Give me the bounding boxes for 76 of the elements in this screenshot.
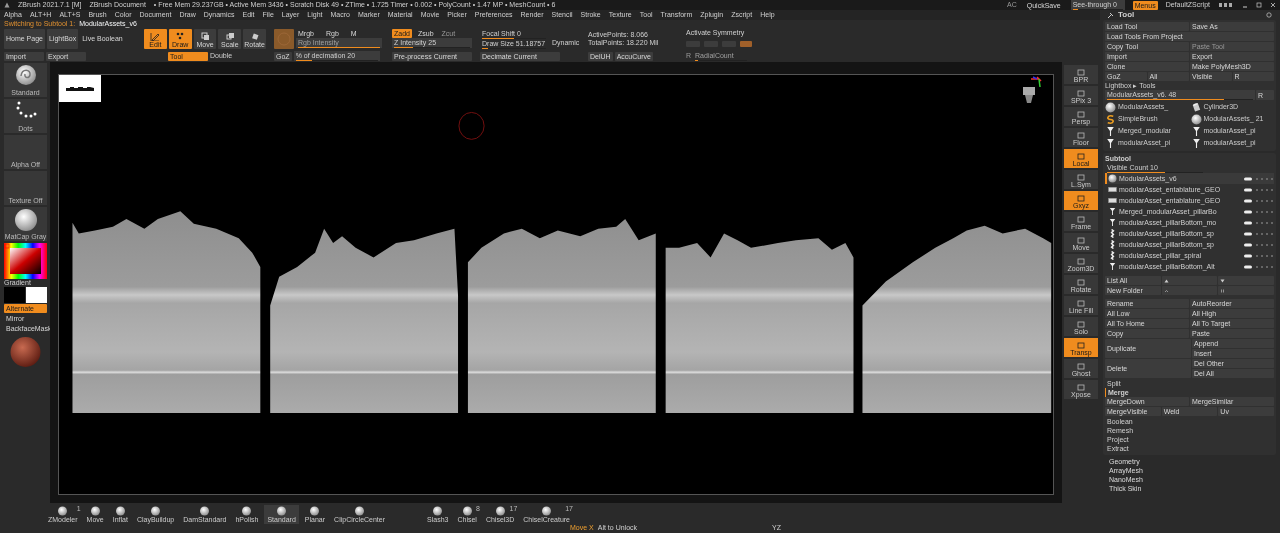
- arrow-down-icon: [1220, 278, 1226, 283]
- secondary-color-swatch[interactable]: [26, 287, 47, 303]
- brush-icon: [14, 64, 37, 86]
- arrow-down-button[interactable]: [1218, 276, 1274, 285]
- subtool-toggles: [1243, 176, 1273, 181]
- frame-icon: [1077, 174, 1085, 181]
- frame-icon: [1077, 132, 1085, 139]
- sort-button[interactable]: [1218, 286, 1274, 295]
- refresh-icon[interactable]: [1266, 12, 1272, 18]
- sort-icon: [1220, 288, 1226, 293]
- arrow-up-icon: [1163, 278, 1169, 283]
- pillar-icon: [1108, 262, 1117, 271]
- frame-icon: [1077, 300, 1085, 307]
- sphere-icon: [199, 506, 211, 516]
- frame-icon: [1077, 258, 1085, 265]
- frame-icon: [1077, 153, 1085, 160]
- sphere-icon: [1190, 113, 1202, 125]
- frame-icon: [1077, 111, 1085, 118]
- subtool-toggles: [1243, 231, 1273, 236]
- layout-icon: [1218, 2, 1234, 8]
- frame-icon: [1077, 342, 1085, 349]
- sphere-icon: [354, 506, 366, 516]
- frame-icon: [1077, 216, 1085, 223]
- sphere-icon: [241, 506, 253, 516]
- pillar-icon: [1105, 137, 1116, 149]
- pencil-frame-icon: [150, 31, 161, 41]
- subtool-toggles: [1243, 187, 1273, 192]
- app-logo-icon: [4, 2, 10, 8]
- subtool-toggles: [1243, 264, 1273, 269]
- sphere-icon: [541, 506, 553, 516]
- frame-icon: [1077, 321, 1085, 328]
- pillar-icon: [1190, 125, 1202, 137]
- pillar-icon: [1190, 137, 1202, 149]
- frame-icon: [1077, 195, 1085, 202]
- sphere-icon: [432, 506, 444, 516]
- frame-icon: [1077, 363, 1085, 370]
- sphere-icon: [309, 506, 321, 516]
- maximize-icon[interactable]: [1256, 2, 1262, 8]
- hammer-icon: [1107, 11, 1114, 19]
- sphere-icon: [89, 506, 101, 516]
- dots-icon: [175, 31, 186, 41]
- subtool-toggles: [1243, 253, 1273, 258]
- undo-button[interactable]: [1161, 286, 1218, 295]
- squares-icon: [200, 31, 210, 41]
- swirl-icon: [1105, 113, 1116, 125]
- pillar-icon: [1105, 125, 1116, 137]
- frame-icon: [1077, 384, 1085, 391]
- sphere-icon: [114, 506, 126, 516]
- dots-icon: [14, 100, 37, 120]
- frame-icon: [1077, 90, 1085, 97]
- panel-title: Tool: [1118, 11, 1135, 19]
- frame-icon: [1077, 279, 1085, 286]
- sphere-icon: [1108, 174, 1117, 183]
- sphere-icon: [461, 506, 473, 516]
- subtool-toggles: [1243, 242, 1273, 247]
- cylinder-icon: [1190, 101, 1202, 113]
- sphere-icon: [57, 506, 69, 516]
- subtool-toggles: [1243, 198, 1273, 203]
- arrow-up-button[interactable]: [1161, 276, 1218, 285]
- frame-icon: [1077, 69, 1085, 76]
- primary-color-swatch[interactable]: [4, 287, 25, 303]
- color-picker[interactable]: [4, 243, 47, 279]
- subtool-toggles: [1243, 220, 1273, 225]
- sphere-icon: [276, 506, 288, 516]
- wall-miniature: [65, 85, 95, 92]
- matcap-sphere-icon: [13, 208, 38, 232]
- symmetry-toggle[interactable]: [740, 41, 752, 47]
- sphere-icon: [150, 506, 162, 516]
- close-icon[interactable]: [1270, 2, 1276, 8]
- subtool-toggles: [1243, 209, 1273, 214]
- material-swatch[interactable]: [274, 29, 294, 49]
- squares-icon: [224, 31, 235, 41]
- brush-cursor: [458, 112, 485, 140]
- sphere-icon: [1105, 101, 1116, 113]
- frame-icon: [1077, 237, 1085, 244]
- sphere-icon: [494, 506, 506, 516]
